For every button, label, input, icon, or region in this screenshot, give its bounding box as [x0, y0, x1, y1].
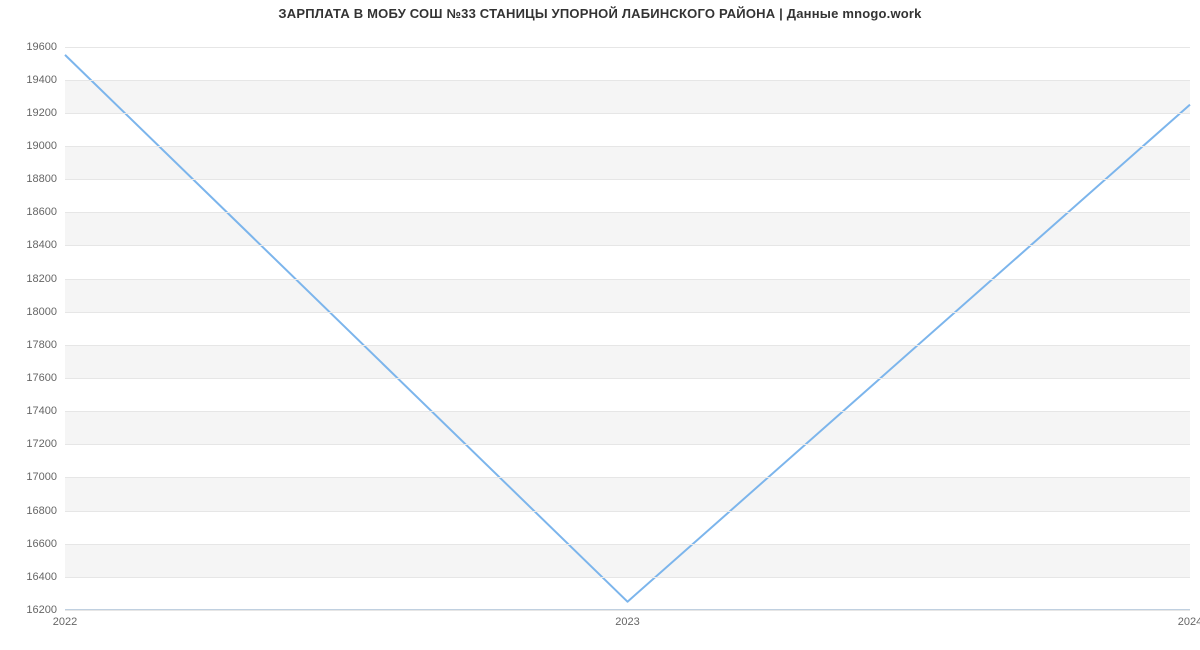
gridline-y [65, 544, 1190, 545]
series-line [65, 55, 1190, 602]
y-tick-label: 19400 [26, 74, 57, 86]
x-tick-label: 2022 [53, 616, 77, 628]
x-tick-label: 2023 [615, 616, 639, 628]
chart-container: ЗАРПЛАТА В МОБУ СОШ №33 СТАНИЦЫ УПОРНОЙ … [0, 0, 1200, 650]
gridline-y [65, 378, 1190, 379]
y-tick-label: 18000 [26, 306, 57, 318]
gridline-y [65, 411, 1190, 412]
gridline-y [65, 146, 1190, 147]
gridline-y [65, 113, 1190, 114]
gridline-y [65, 80, 1190, 81]
gridline-y [65, 179, 1190, 180]
gridline-y [65, 345, 1190, 346]
y-tick-label: 17600 [26, 372, 57, 384]
x-tick-label: 2024 [1178, 616, 1200, 628]
y-tick-label: 17200 [26, 438, 57, 450]
line-series [65, 30, 1190, 610]
gridline-y [65, 312, 1190, 313]
y-tick-label: 18600 [26, 206, 57, 218]
y-tick-label: 18800 [26, 173, 57, 185]
y-tick-label: 17800 [26, 339, 57, 351]
y-tick-label: 18400 [26, 239, 57, 251]
gridline-y [65, 245, 1190, 246]
y-tick-label: 19200 [26, 107, 57, 119]
x-axis-line [65, 609, 1190, 610]
y-tick-label: 16200 [26, 604, 57, 616]
y-tick-label: 16400 [26, 571, 57, 583]
y-tick-label: 18200 [26, 273, 57, 285]
chart-title: ЗАРПЛАТА В МОБУ СОШ №33 СТАНИЦЫ УПОРНОЙ … [0, 6, 1200, 21]
y-tick-label: 16800 [26, 505, 57, 517]
y-tick-label: 17400 [26, 405, 57, 417]
plot-area: 1620016400166001680017000172001740017600… [65, 30, 1190, 610]
gridline-y [65, 444, 1190, 445]
gridline-y [65, 279, 1190, 280]
y-tick-label: 19600 [26, 41, 57, 53]
gridline-y [65, 212, 1190, 213]
gridline-y [65, 577, 1190, 578]
y-tick-label: 16600 [26, 538, 57, 550]
gridline-y [65, 477, 1190, 478]
y-tick-label: 17000 [26, 471, 57, 483]
gridline-y [65, 610, 1190, 611]
gridline-y [65, 511, 1190, 512]
y-tick-label: 19000 [26, 140, 57, 152]
gridline-y [65, 47, 1190, 48]
